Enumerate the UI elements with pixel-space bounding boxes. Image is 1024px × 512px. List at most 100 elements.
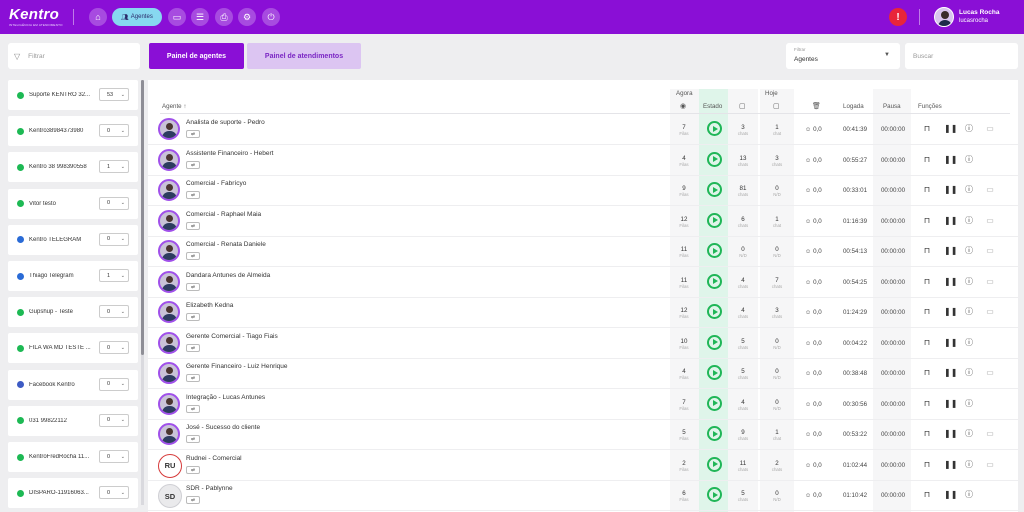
state-play-button[interactable] [707,456,722,472]
lock-icon[interactable]: ⊓ [922,460,932,470]
table-row[interactable]: José - Sucesso do cliente ⇄ 5 Filas 9 chats 1 c… [148,419,1018,450]
pause-icon[interactable]: ❚❚ [944,460,957,470]
state-play-button[interactable] [707,273,722,289]
table-row[interactable]: Integração - Lucas Antunes ⇄ 7 Filas 4 chats 0… [148,389,1018,420]
table-row[interactable]: RU Rudnei - Comercial ⇄ 2 Filas 11 chats 2 chats… [148,450,1018,481]
state-play-button[interactable] [707,304,722,319]
queue-item-select[interactable]: 0 ⌄ [99,450,129,463]
queue-list-scroll-thumb[interactable] [141,80,144,355]
monitor-icon[interactable]: ▭ [985,216,995,226]
alert-button[interactable]: ! [889,8,907,26]
queue-item[interactable]: Vitor testo 0 ⌄ [8,188,138,219]
pause-icon[interactable]: ❚❚ [944,124,957,134]
monitor-icon[interactable]: ▭ [985,124,995,134]
user-avatar[interactable] [934,7,954,27]
pause-icon[interactable]: ❚❚ [944,338,957,348]
queue-item-select[interactable]: 1 ⌄ [99,160,129,174]
nav-monitor-button[interactable]: ▭ [168,8,186,26]
nav-printer-button[interactable]: ⎙ [215,8,233,26]
info-icon[interactable]: ⓘ [964,368,974,378]
table-row[interactable]: Comercial - Fabrícyo ⇄ 9 Filas 81 chats 0 N/D ☺ … [148,175,1018,206]
queue-item[interactable]: Kentro TELEGRAM 0 ⌄ [8,224,138,255]
info-icon[interactable]: ⓘ [964,460,974,470]
queue-item[interactable]: Kentro38984373980 0 ⌄ [8,116,138,147]
pause-icon[interactable]: ❚❚ [944,368,957,378]
info-icon[interactable]: ⓘ [964,155,974,165]
lock-icon[interactable]: ⊓ [922,124,932,134]
queue-item-select[interactable]: 0 ⌄ [99,413,129,427]
state-play-button[interactable] [707,212,722,228]
queue-item[interactable]: Suporte KENTRO 32... 53 ⌄ [8,80,138,110]
info-icon[interactable]: ⓘ [964,307,974,317]
search-input[interactable]: Buscar [905,43,1018,69]
queue-item[interactable]: KentroFredRocha 11... 0 ⌄ [8,442,138,472]
queue-item-select[interactable]: 0 ⌄ [99,377,129,391]
state-play-button[interactable] [707,365,722,380]
state-play-button[interactable] [707,243,722,258]
queue-item[interactable]: Gupshup - Teste 0 ⌄ [8,297,138,328]
info-icon[interactable]: ⓘ [964,185,974,195]
lock-icon[interactable]: ⊓ [922,399,932,409]
queue-item[interactable]: Thiago Telegram 1 ⌄ [8,261,138,291]
state-play-button[interactable] [707,426,722,441]
view-filter-select[interactable]: Filtrar Agentes ▼ [786,43,900,69]
pause-icon[interactable]: ❚❚ [944,155,957,165]
queue-item-select[interactable]: 0 ⌄ [99,341,129,355]
lock-icon[interactable]: ⊓ [922,246,932,256]
queue-item[interactable]: DISPARO-11916063... 0 ⌄ [8,478,138,509]
pause-icon[interactable]: ❚❚ [944,216,957,226]
table-row[interactable]: Assistente Financeiro - Hebert ⇄ 4 Filas 13 c… [148,145,1018,176]
nav-settings-button[interactable]: ⚙ [238,8,256,26]
table-row[interactable]: Elizabeth Kedna ⇄ 12 Filas 4 chats 3 chats ☺ 0,0… [148,297,1018,328]
table-row[interactable]: Gerente Financeiro - Luiz Henrique ⇄ 4 Fila… [148,358,1018,389]
info-icon[interactable]: ⓘ [964,277,974,287]
info-icon[interactable]: ⓘ [964,429,974,439]
table-row[interactable]: Comercial - Renata Daniele ⇄ 11 Filas 0 N/D 0 N… [148,236,1018,267]
queue-filter-input[interactable]: ▽ Filtrar [8,43,140,69]
pause-icon[interactable]: ❚❚ [944,246,957,256]
info-icon[interactable]: ⓘ [964,399,974,409]
nav-dashboard-button[interactable]: ⌂ [89,8,107,26]
lock-icon[interactable]: ⊓ [922,185,932,195]
lock-icon[interactable]: ⊓ [922,277,932,287]
queue-item-select[interactable]: 0 ⌄ [99,124,129,138]
lock-icon[interactable]: ⊓ [922,338,932,348]
state-play-button[interactable] [707,182,722,197]
pause-icon[interactable]: ❚❚ [944,399,957,409]
nav-logout-button[interactable]: ⏻ [262,8,280,26]
table-row[interactable]: Dandara Antunes de Almeida ⇄ 11 Filas 4 chats… [148,267,1018,298]
queue-item-select[interactable]: 0 ⌄ [99,486,129,500]
state-play-button[interactable] [707,395,722,411]
state-play-button[interactable] [707,487,722,502]
nav-report-button[interactable]: ☰ [191,8,209,26]
queue-item-select[interactable]: 0 ⌄ [99,196,129,210]
table-row[interactable]: Gerente Comercial - Tiago Fiais ⇄ 10 Filas 5… [148,328,1018,359]
pause-icon[interactable]: ❚❚ [944,277,957,287]
pause-icon[interactable]: ❚❚ [944,490,957,500]
lock-icon[interactable]: ⊓ [922,307,932,317]
nav-agents-button[interactable]: 👥︎ Agentes [112,8,162,26]
state-play-button[interactable] [707,121,722,136]
table-row[interactable]: Analista de suporte - Pedro ⇄ 7 Filas 3 chats… [148,114,1018,145]
monitor-icon[interactable]: ▭ [985,429,995,439]
monitor-icon[interactable]: ▭ [985,277,995,287]
lock-icon[interactable]: ⊓ [922,368,932,378]
table-row[interactable]: SD SDR - Pablynne ⇄ 6 Filas 5 chats 0 N/D ☺ 0,0 01… [148,480,1018,511]
info-icon[interactable]: ⓘ [964,338,974,348]
monitor-icon[interactable]: ▭ [985,368,995,378]
pause-icon[interactable]: ❚❚ [944,307,957,317]
queue-item[interactable]: 031 99822112 0 ⌄ [8,405,138,436]
lock-icon[interactable]: ⊓ [922,155,932,165]
lock-icon[interactable]: ⊓ [922,216,932,226]
queue-item-select[interactable]: 0 ⌄ [99,232,129,246]
tab-attendance-panel[interactable]: Painel de atendimentos [247,43,361,69]
lock-icon[interactable]: ⊓ [922,490,932,500]
monitor-icon[interactable]: ▭ [985,460,995,470]
info-icon[interactable]: ⓘ [964,490,974,500]
queue-item[interactable]: Kentro 38 998390558 1 ⌄ [8,152,138,183]
info-icon[interactable]: ⓘ [964,246,974,256]
monitor-icon[interactable]: ▭ [985,185,995,195]
table-row[interactable]: Comercial - Raphael Maia ⇄ 12 Filas 6 chats 1 c… [148,206,1018,237]
info-icon[interactable]: ⓘ [964,124,974,134]
state-play-button[interactable] [707,334,722,350]
